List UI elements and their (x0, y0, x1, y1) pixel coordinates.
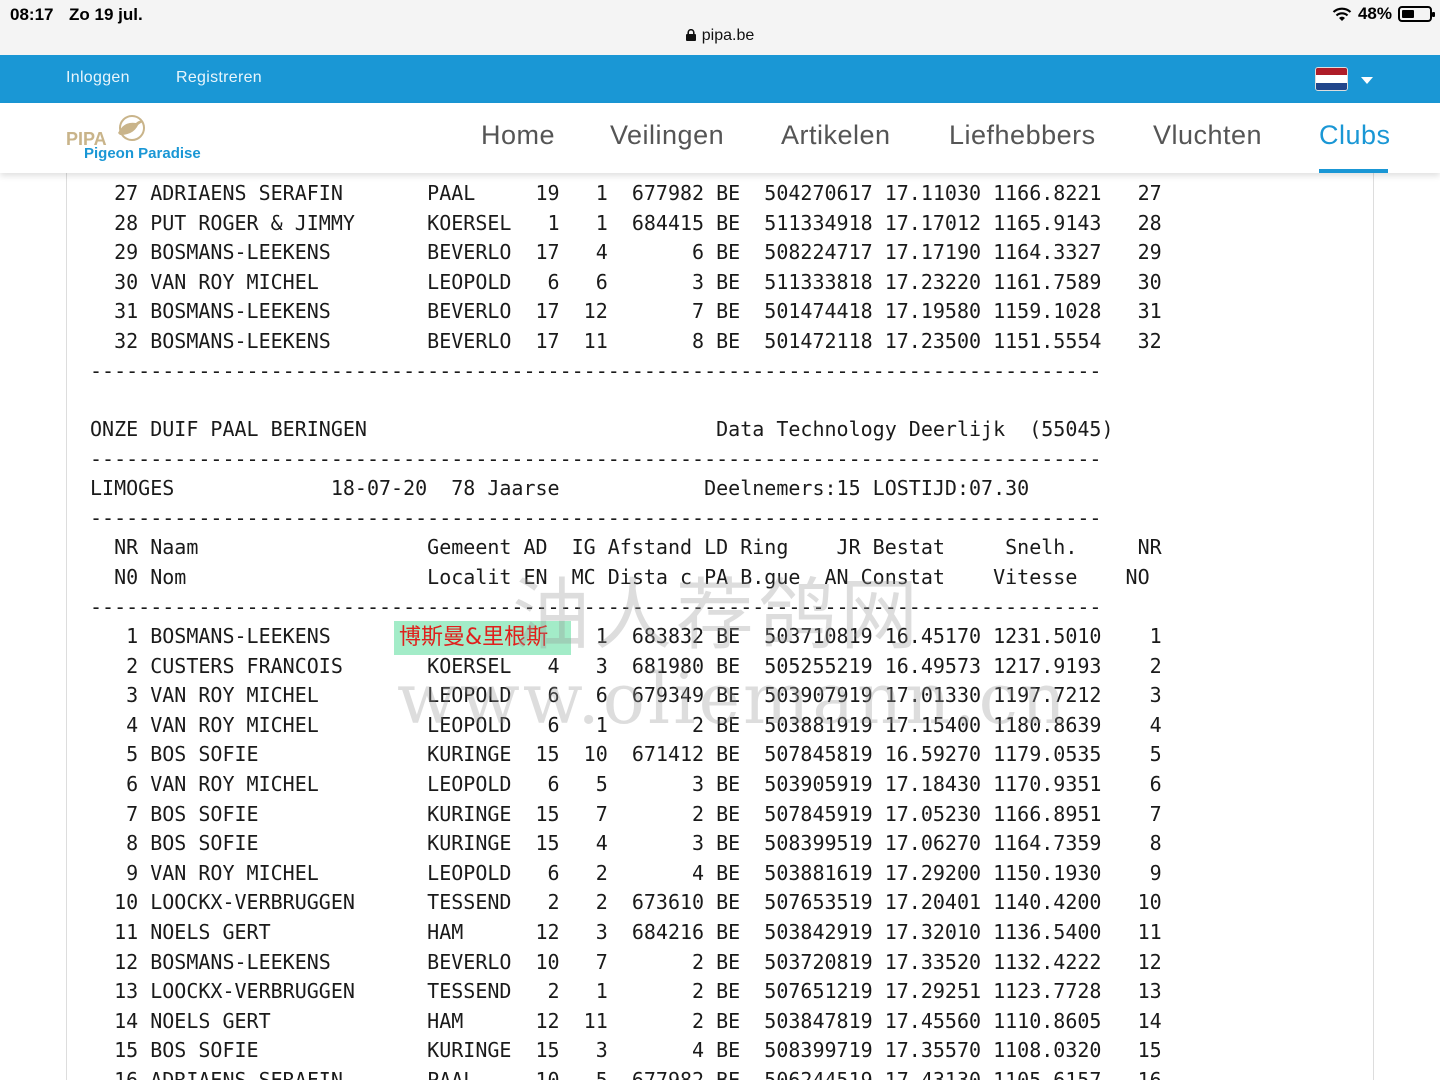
nav-artikelen[interactable]: Artikelen (781, 120, 891, 151)
table-row: 13 LOOCKX-VERBRUGGEN TESSEND 2 1 2 BE 50… (90, 979, 1162, 1004)
battery-icon (1398, 6, 1435, 22)
battery-level (1402, 10, 1414, 18)
register-link[interactable]: Registreren (176, 69, 262, 87)
separator-line: ----------------------------------------… (90, 505, 1102, 530)
address-url: pipa.be (701, 27, 755, 44)
nav-vluchten[interactable]: Vluchten (1153, 120, 1262, 151)
table-row: 8 BOS SOFIE KURINGE 15 4 3 BE 508399519 … (90, 831, 1162, 856)
table-row: 12 BOSMANS-LEEKENS BEVERLO 10 7 2 BE 503… (90, 949, 1162, 974)
status-bar: 08:17 Zo 19 jul. 48% pipa.be (0, 0, 1440, 55)
separator-line: ----------------------------------------… (90, 446, 1102, 471)
table-row: 10 LOOCKX-VERBRUGGEN TESSEND 2 2 673610 … (90, 890, 1162, 915)
table-row: 6 VAN ROY MICHEL LEOPOLD 6 5 3 BE 503905… (90, 771, 1162, 796)
previous-results-block: 27 ADRIAENS SERAFIN PAAL 19 1 677982 BE … (90, 179, 1162, 386)
race-info-line: LIMOGES 18-07-20 78 Jaarse Deelnemers:15… (90, 476, 1030, 501)
result-line: 27 ADRIAENS SERAFIN PAAL 19 1 677982 BE … (90, 181, 1162, 205)
address-bar[interactable]: pipa.be (0, 27, 1440, 45)
top-bar: Inloggen Registreren (0, 55, 1440, 103)
table-row: 15 BOS SOFIE KURINGE 15 3 4 BE 508399719… (90, 1038, 1162, 1063)
result-line: 28 PUT ROGER & JIMMY KOERSEL 1 1 684415 … (90, 210, 1162, 235)
table-row: 5 BOS SOFIE KURINGE 15 10 671412 BE 5078… (90, 742, 1162, 767)
nav-home[interactable]: Home (481, 120, 555, 151)
result-line: 29 BOSMANS-LEEKENS BEVERLO 17 4 6 BE 508… (90, 240, 1162, 265)
active-nav-indicator (1319, 169, 1388, 173)
status-date: Zo 19 jul. (69, 5, 143, 24)
table-row: 11 NOELS GERT HAM 12 3 684216 BE 5038429… (90, 919, 1162, 944)
table-row: 14 NOELS GERT HAM 12 11 2 BE 503847819 1… (90, 1008, 1162, 1033)
nav-liefhebbers[interactable]: Liefhebbers (949, 120, 1096, 151)
chevron-down-icon[interactable] (1361, 77, 1373, 84)
pigeon-logo-icon (118, 115, 145, 141)
nav-clubs[interactable]: Clubs (1319, 120, 1391, 151)
site-header: PIPA Pigeon Paradise Home Veilingen Arti… (0, 103, 1440, 173)
table-row: 16 ADRIAENS SERAFIN PAAL 10 5 677982 BE … (90, 1067, 1162, 1080)
lock-icon (685, 29, 696, 41)
club-title-line: ONZE DUIF PAAL BERINGEN Data Technology … (90, 417, 1114, 441)
result-line: 32 BOSMANS-LEEKENS BEVERLO 17 11 8 BE 50… (90, 328, 1162, 353)
login-link[interactable]: Inloggen (66, 69, 130, 87)
site-logo[interactable]: PIPA Pigeon Paradise (66, 111, 206, 167)
netherlands-flag-icon[interactable] (1315, 67, 1348, 91)
watermark-text: 油人荐鸽网 (512, 571, 923, 661)
result-line: 30 VAN ROY MICHEL LEOPOLD 6 6 3 BE 51133… (90, 269, 1162, 294)
wifi-icon (1332, 7, 1352, 21)
status-right: 48% (1332, 4, 1435, 24)
logo-tagline: Pigeon Paradise (84, 145, 201, 162)
battery-percent: 48% (1357, 4, 1392, 23)
result-line: 31 BOSMANS-LEEKENS BEVERLO 17 12 7 BE 50… (90, 299, 1162, 324)
watermark-url: www.oliemann.cn (397, 658, 1069, 740)
nav-veilingen[interactable]: Veilingen (610, 120, 724, 151)
separator-line: ----------------------------------------… (90, 358, 1102, 383)
table-row: 7 BOS SOFIE KURINGE 15 7 2 BE 507845919 … (90, 801, 1162, 826)
results-content: 27 ADRIAENS SERAFIN PAAL 19 1 677982 BE … (66, 173, 1374, 1080)
table-row: 9 VAN ROY MICHEL LEOPOLD 6 2 4 BE 503881… (90, 860, 1162, 885)
status-time: 08:17 (10, 5, 54, 24)
